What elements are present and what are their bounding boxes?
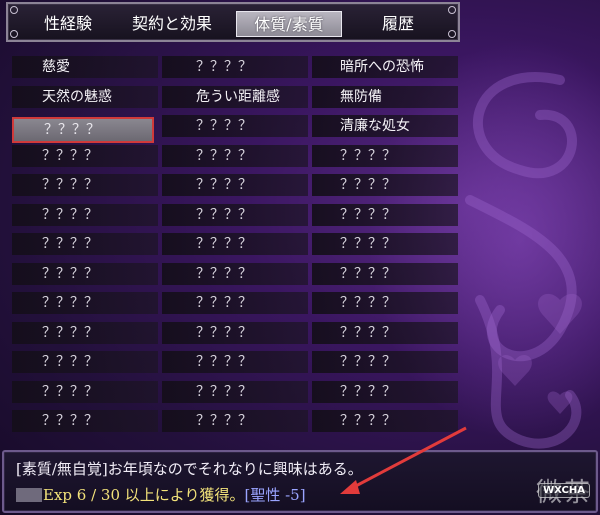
- annotation-arrow: [340, 426, 467, 494]
- watermark-badge: WXCHA: [538, 483, 590, 498]
